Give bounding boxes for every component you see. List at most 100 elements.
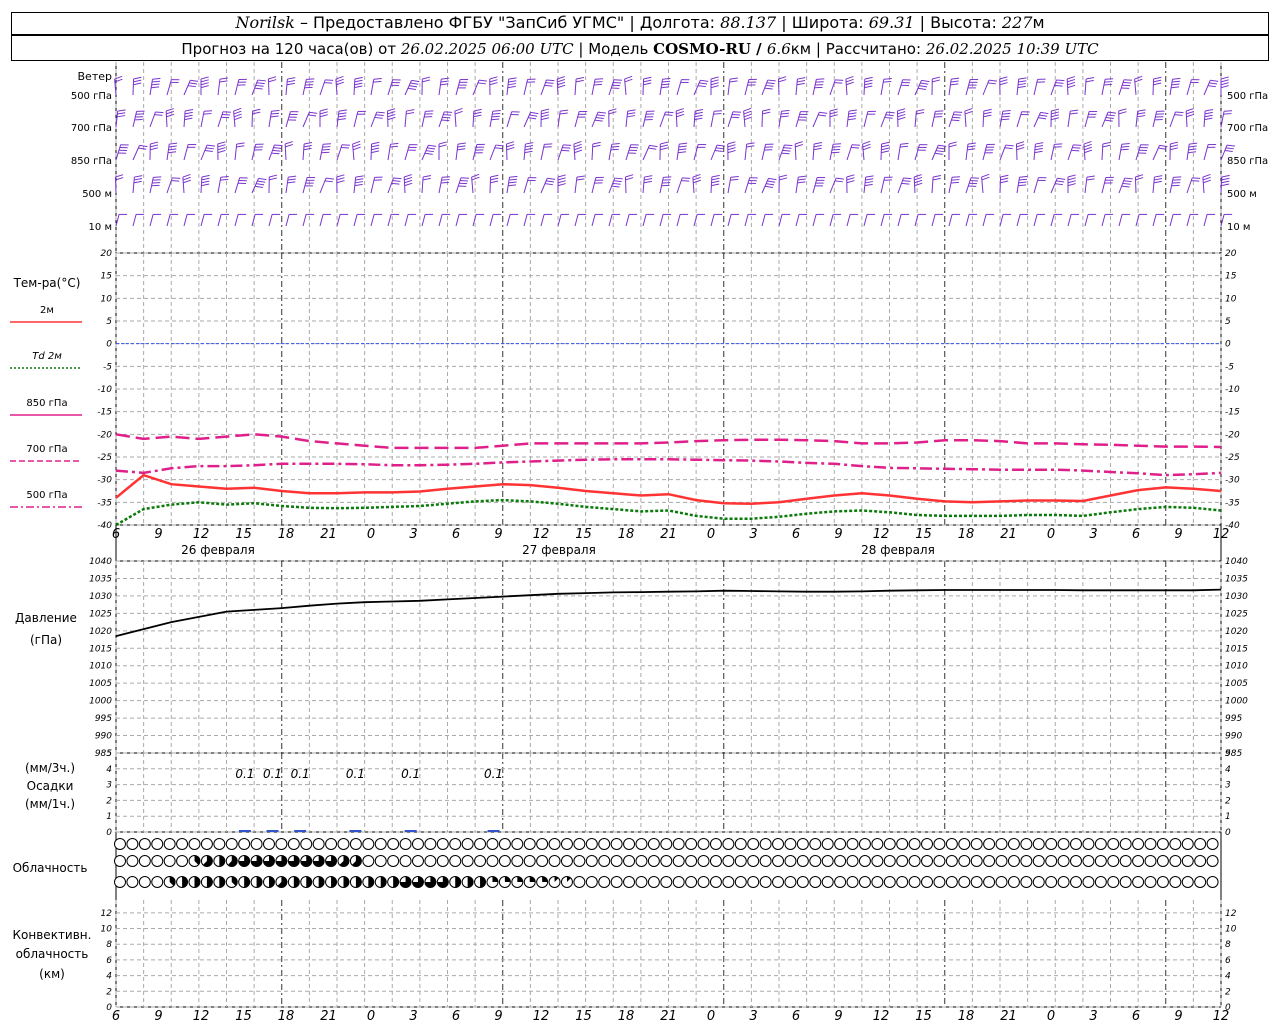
wind-barb-flag: [354, 85, 363, 89]
wind-barb-flag: [508, 80, 517, 83]
wind-barb-flag: [441, 119, 450, 122]
wind-barb-flag: [1153, 180, 1162, 184]
wind-barb: [931, 214, 936, 227]
wind-barb-flag: [676, 108, 684, 112]
wind-barb-flag: [428, 144, 437, 147]
wind-barb-flag: [1067, 76, 1075, 80]
wind-barb-flag: [727, 141, 736, 145]
wind-level-left: 500 м: [82, 189, 112, 200]
wind-barb-flag: [711, 177, 720, 181]
wind-barb-flag: [354, 181, 364, 184]
wind-barb-flag: [563, 144, 572, 146]
cloud-circle: [1119, 876, 1132, 888]
cloud-fill: [219, 876, 225, 888]
cloud-circle: [387, 838, 400, 850]
wind-barb: [574, 214, 579, 227]
cloud-circle: [486, 838, 499, 850]
wind-barb: [948, 214, 953, 227]
wind-barb-flag: [765, 84, 774, 87]
wind-barb-flag: [409, 85, 418, 88]
hour-tick-bottom: 9: [494, 1009, 502, 1024]
hour-tick-top: 6: [1132, 527, 1140, 542]
wind-barb-flag: [506, 141, 515, 145]
cloud-circle: [1206, 855, 1219, 867]
wind-barb-flag: [1106, 114, 1115, 117]
cloud-circle: [995, 876, 1008, 888]
wind-barb-flag: [885, 114, 894, 117]
wind-barb-flag: [714, 150, 723, 152]
cloud-circle: [821, 876, 834, 888]
wind-barb-flag: [1159, 144, 1168, 148]
cloud-circle: [474, 855, 487, 867]
wind-barb-flag: [715, 147, 724, 150]
wind-barb-flag: [508, 77, 517, 80]
wind-barb: [1050, 214, 1055, 227]
wind-barb-flag: [932, 79, 941, 83]
wind-barb-flag: [1203, 179, 1212, 184]
wind-barb-flag: [322, 146, 331, 148]
wind-barb-flag: [371, 144, 380, 148]
pressure-tick-left: 1035: [89, 574, 112, 584]
wind-barb-flag: [557, 174, 566, 178]
hour-tick-bottom: 6: [452, 1009, 460, 1024]
wind-barb-flag: [287, 77, 296, 80]
hour-tick-bottom: 3: [749, 1009, 757, 1024]
wind-barb-flag: [117, 109, 126, 112]
cloud-circle: [188, 838, 201, 850]
wind-barb-flag: [257, 79, 266, 82]
wind-barb-flag: [846, 81, 855, 86]
hour-tick-top: 18: [958, 527, 975, 542]
cloud-circle: [1020, 855, 1033, 867]
cloud-circle: [436, 855, 449, 867]
wind-level-left: 500 гПа: [71, 91, 112, 102]
wind-barb-flag: [597, 111, 606, 114]
wind-barb-flag: [355, 178, 364, 181]
cloud-circle: [200, 838, 213, 850]
conv-tick-left: 2: [106, 987, 112, 997]
wind-level-left: 850 гПа: [71, 156, 112, 167]
wind-barb-flag: [1103, 83, 1112, 86]
wind-barb-flag: [780, 115, 789, 118]
wind-barb-flag: [713, 113, 722, 115]
temp-tick-left: 0: [106, 340, 112, 350]
cloud-circle: [772, 876, 785, 888]
wind-barb-flag: [152, 80, 161, 83]
cloud-circle: [809, 838, 822, 850]
wind-barb-flag: [948, 141, 957, 145]
wind-barb: [523, 214, 528, 227]
wind-level-right: 10 м: [1227, 222, 1250, 233]
wind-barb-flag: [999, 79, 1008, 83]
precip-label: 0.1: [484, 767, 503, 781]
hour-tick-top: 0: [1047, 527, 1055, 542]
pressure-tick-left: 1000: [89, 697, 112, 707]
wind-barb-flag: [779, 177, 788, 181]
wind-barb-flag: [1056, 79, 1065, 82]
hour-tick-top: 9: [1174, 527, 1182, 542]
wind-barb-flag: [184, 117, 193, 121]
wind-barb-flag: [1205, 109, 1214, 112]
wind-barb: [1135, 214, 1140, 227]
cloud-fill: [542, 876, 548, 882]
cloud-circle: [871, 876, 884, 888]
wind-barb-flag: [1210, 79, 1219, 82]
cloud-circle: [1070, 855, 1083, 867]
wind-barb-flag: [1067, 78, 1076, 83]
cloud-circle: [1070, 838, 1083, 850]
cloud-circle: [772, 855, 785, 867]
wind-barb: [166, 214, 171, 227]
wind-barb-flag: [1067, 183, 1076, 187]
wind-barb-flag: [762, 111, 771, 115]
wind-barb-flag: [1171, 86, 1180, 89]
wind-level-left: 10 м: [89, 222, 112, 233]
wind-barb-flag: [473, 114, 482, 118]
wind-barb-flag: [932, 76, 941, 80]
cloud-circle: [660, 876, 673, 888]
cloud-circle: [262, 838, 275, 850]
cloud-circle: [610, 838, 623, 850]
wind-barb-flag: [831, 148, 840, 151]
wind-barb-flag: [845, 75, 854, 80]
wind-barb-flag: [643, 79, 652, 83]
wind-barb: [1169, 214, 1174, 227]
wind-barb-flag: [371, 147, 380, 151]
cloud-circle: [647, 876, 660, 888]
